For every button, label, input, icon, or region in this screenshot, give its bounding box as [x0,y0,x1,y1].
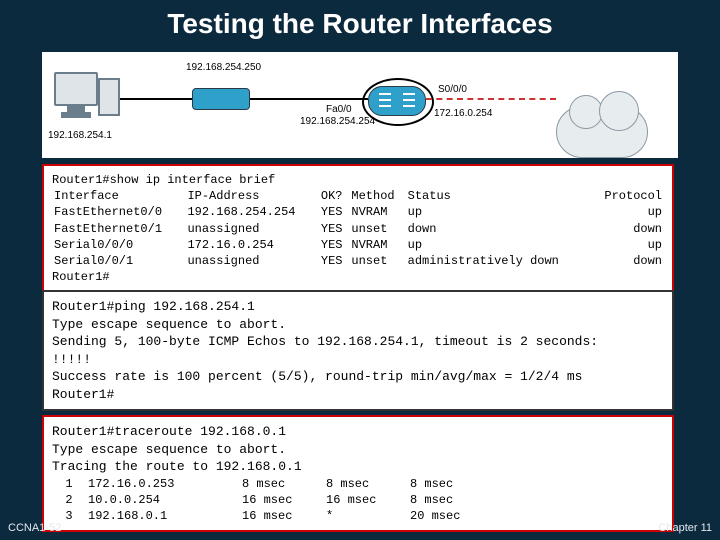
table-row: 210.0.0.25416 msec16 msec8 msec [52,492,664,508]
pc-ip-label: 192.168.254.1 [48,130,112,141]
footer-right: Chapter 11 [658,522,712,534]
trace-cmd: Router1#traceroute 192.168.0.1 [52,423,664,441]
router-highlight-ring [362,78,434,126]
ping-line: Router1#ping 192.168.254.1 [52,298,664,316]
show-ip-cmd: Router1#show ip interface brief [52,172,664,188]
trace-line: Type escape sequence to abort. [52,441,664,459]
show-ip-interface-output: Router1#show ip interface brief Interfac… [42,164,674,293]
router-lan-if-label: Fa0/0 [326,104,352,115]
table-row: Serial0/0/0172.16.0.254YESNVRAMupup [52,237,664,253]
ping-line: Router1# [52,386,664,404]
page-title: Testing the Router Interfaces [0,0,720,42]
interface-table: Interface IP-Address OK? Method Status P… [52,188,664,269]
ping-output: Router1#ping 192.168.254.1 Type escape s… [42,290,674,411]
cloud-icon [556,106,648,158]
table-row: FastEthernet0/1unassignedYESunsetdowndow… [52,221,664,237]
router-wan-ip-label: 172.16.0.254 [434,108,492,119]
footer-left: CCNA1-52 [8,522,61,534]
router-wan-if-label: S0/0/0 [438,84,467,95]
trace-line: Tracing the route to 192.168.0.1 [52,458,664,476]
table-row: Serial0/0/1unassignedYESunsetadministrat… [52,253,664,269]
ping-line: Success rate is 100 percent (5/5), round… [52,368,664,386]
table-row: FastEthernet0/0192.168.254.254YESNVRAMup… [52,204,664,220]
switch-ip-label: 192.168.254.250 [186,62,261,73]
trace-hops: 1172.16.0.2538 msec8 msec8 msec 210.0.0.… [52,476,664,525]
ping-line: Type escape sequence to abort. [52,316,664,334]
ping-line: Sending 5, 100-byte ICMP Echos to 192.16… [52,333,664,351]
table-row: 3192.168.0.116 msec*20 msec [52,508,664,524]
router-lan-ip-label: 192.168.254.254 [300,116,375,127]
show-ip-prompt: Router1# [52,269,664,285]
pc-icon [54,72,98,118]
table-row: 1172.16.0.2538 msec8 msec8 msec [52,476,664,492]
switch-icon [192,88,250,110]
topology-diagram: 192.168.254.1 192.168.254.250 Fa0/0 192.… [42,52,678,158]
ping-line: !!!!! [52,351,664,369]
traceroute-output: Router1#traceroute 192.168.0.1 Type esca… [42,415,674,532]
table-header: Interface IP-Address OK? Method Status P… [52,188,664,204]
